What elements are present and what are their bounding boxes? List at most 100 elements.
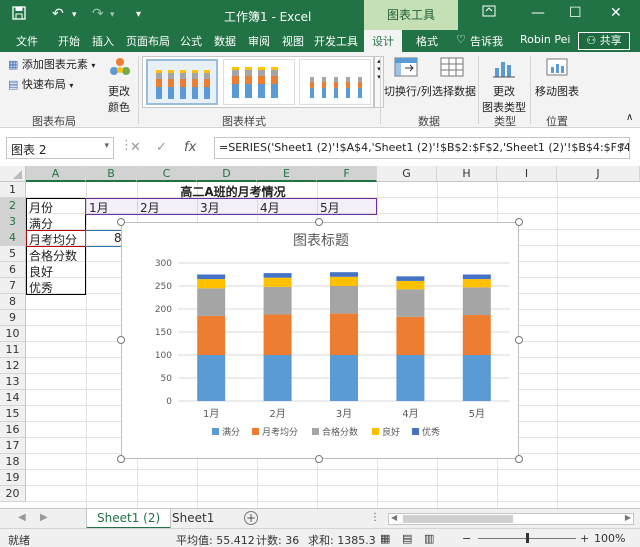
tab-data[interactable]: 数据 [214, 33, 236, 49]
save-icon[interactable] [12, 6, 26, 24]
row-header-10[interactable]: 10 [0, 326, 26, 342]
bar-segment[interactable] [396, 355, 425, 401]
user-name[interactable]: Robin Pei [520, 33, 570, 46]
row-header-7[interactable]: 7 [0, 278, 26, 294]
row-header-5[interactable]: 5 [0, 246, 26, 262]
move-chart-button[interactable]: 移动图表 [534, 56, 580, 99]
bar-segment[interactable] [197, 355, 226, 401]
tab-view[interactable]: 视图 [282, 33, 304, 49]
column-header-i[interactable]: I [497, 166, 557, 182]
chart-style-2[interactable] [223, 59, 295, 105]
legend-entry[interactable]: 优秀 [422, 426, 440, 438]
legend-entry[interactable]: 月考均分 [262, 426, 298, 438]
resize-handle-ne[interactable] [515, 218, 523, 226]
close-icon[interactable]: ✕ [610, 5, 622, 21]
bar-segment[interactable] [330, 272, 358, 277]
bar-segment[interactable] [263, 314, 292, 355]
zoom-out-icon[interactable]: − [462, 532, 471, 545]
bar-segment[interactable] [462, 355, 491, 401]
column-header-d[interactable]: D [197, 166, 257, 182]
row-header-11[interactable]: 11 [0, 342, 26, 358]
resize-handle-w[interactable] [117, 336, 125, 344]
tab-developer[interactable]: 开发工具 [314, 33, 358, 49]
tab-page-layout[interactable]: 页面布局 [126, 33, 170, 49]
row-header-20[interactable]: 20 [0, 486, 26, 502]
chart[interactable]: 图表标题 0 50 100 150 200 250 300 1月 2月 3月 4月 5月 满分 月考均分 合格… [121, 222, 519, 459]
row-header-8[interactable]: 8 [0, 294, 26, 310]
bar-segment[interactable] [396, 280, 425, 290]
add-chart-element-button[interactable]: ▦ 添加图表元素 ▾ [8, 56, 95, 72]
tab-home[interactable]: 开始 [58, 33, 80, 49]
resize-handle-n[interactable] [315, 218, 323, 226]
change-chart-type-button[interactable]: 更改 图表类型 [482, 56, 526, 115]
cell-title[interactable]: 高二A班的月考情况 [86, 183, 378, 199]
next-sheet-icon[interactable]: ▶ [40, 512, 48, 523]
tell-me-search[interactable]: 告诉我 [470, 33, 503, 49]
resize-handle-se[interactable] [515, 455, 523, 463]
bar-segment[interactable] [197, 288, 226, 316]
zoom-level[interactable]: 100% [594, 532, 625, 545]
chart-style-1[interactable] [146, 59, 218, 105]
scroll-thumb[interactable] [403, 515, 513, 523]
insert-function-icon[interactable]: fx [184, 140, 196, 155]
bar-segment[interactable] [462, 287, 491, 315]
page-layout-view-icon[interactable]: ▤ [402, 532, 412, 545]
row-header-6[interactable]: 6 [0, 262, 26, 278]
customize-qat-icon[interactable]: ▾ [136, 9, 141, 20]
chart-svg[interactable]: 图表标题 0 50 100 150 200 250 300 1月 2月 3月 4月 5月满分 月考均分 合格… [122, 223, 520, 460]
bar-segment[interactable] [330, 276, 358, 286]
legend-entry[interactable]: 良好 [382, 426, 400, 438]
gallery-scroll[interactable]: ▴ ▾ ▾ [374, 56, 384, 108]
worksheet-grid[interactable]: A B C D E F G H I J 1 2 3 4 5 6 7 8 9 10 11 12 13 14 15 16 17 18 19 2… [0, 166, 640, 508]
chart-title[interactable]: 图表标题 [293, 233, 349, 249]
column-header-e[interactable]: E [257, 166, 317, 182]
resize-handle-nw[interactable] [117, 218, 125, 226]
bar-segment[interactable] [462, 279, 491, 288]
formula-input[interactable]: =SERIES('Sheet1 (2)'!$A$4,'Sheet1 (2)'!$… [214, 137, 630, 159]
column-header-a[interactable]: A [26, 166, 86, 182]
column-header-c[interactable]: C [137, 166, 197, 182]
resize-handle-s[interactable] [315, 455, 323, 463]
share-button[interactable]: ⚇ 共享 [578, 32, 630, 50]
row-header-4[interactable]: 4 [0, 230, 26, 246]
select-all-corner[interactable] [0, 166, 26, 182]
row-header-16[interactable]: 16 [0, 422, 26, 438]
scroll-right-icon[interactable]: ▶ [625, 513, 631, 522]
column-header-b[interactable]: B [86, 166, 137, 182]
row-header-13[interactable]: 13 [0, 374, 26, 390]
row-header-19[interactable]: 19 [0, 470, 26, 486]
zoom-in-icon[interactable]: + [580, 532, 589, 545]
row-header-2[interactable]: 2 [0, 198, 26, 214]
scroll-left-icon[interactable]: ◀ [391, 513, 397, 522]
tab-formulas[interactable]: 公式 [180, 33, 202, 49]
tab-file[interactable]: 文件 [16, 33, 38, 49]
tab-design[interactable]: 设计 [364, 30, 402, 52]
maximize-icon[interactable]: ☐ [569, 5, 582, 21]
bar-segment[interactable] [330, 286, 358, 314]
row-header-12[interactable]: 12 [0, 358, 26, 374]
chevron-down-icon[interactable]: ▾ [104, 141, 109, 151]
bar-segment[interactable] [462, 274, 491, 280]
undo-dropdown-icon[interactable]: ▾ [72, 10, 77, 20]
ribbon-display-options-icon[interactable] [482, 5, 496, 21]
legend-entry[interactable]: 满分 [222, 427, 240, 438]
row-header-17[interactable]: 17 [0, 438, 26, 454]
column-header-j[interactable]: J [557, 166, 640, 182]
expand-formula-icon[interactable]: ▾ [620, 141, 625, 151]
bar-segment[interactable] [330, 313, 358, 355]
horizontal-scrollbar[interactable]: ◀ ▶ [388, 513, 634, 525]
page-break-view-icon[interactable]: ▥ [424, 532, 434, 545]
switch-row-col-button[interactable]: 切换行/列 [384, 56, 432, 99]
row-header-14[interactable]: 14 [0, 390, 26, 406]
zoom-slider-knob[interactable] [526, 533, 529, 543]
bar-segment[interactable] [396, 316, 425, 355]
row-header-9[interactable]: 9 [0, 310, 26, 326]
sheet-tab-sheet1[interactable]: Sheet1 [162, 509, 224, 529]
column-header-g[interactable]: G [377, 166, 437, 182]
quick-layout-button[interactable]: ▤ 快速布局 ▾ [8, 76, 73, 92]
bar-segment[interactable] [396, 276, 425, 281]
bar-segment[interactable] [197, 279, 226, 289]
prev-sheet-icon[interactable]: ◀ [18, 512, 26, 523]
bar-segment[interactable] [396, 289, 425, 317]
undo-icon[interactable]: ↶ [52, 6, 64, 22]
